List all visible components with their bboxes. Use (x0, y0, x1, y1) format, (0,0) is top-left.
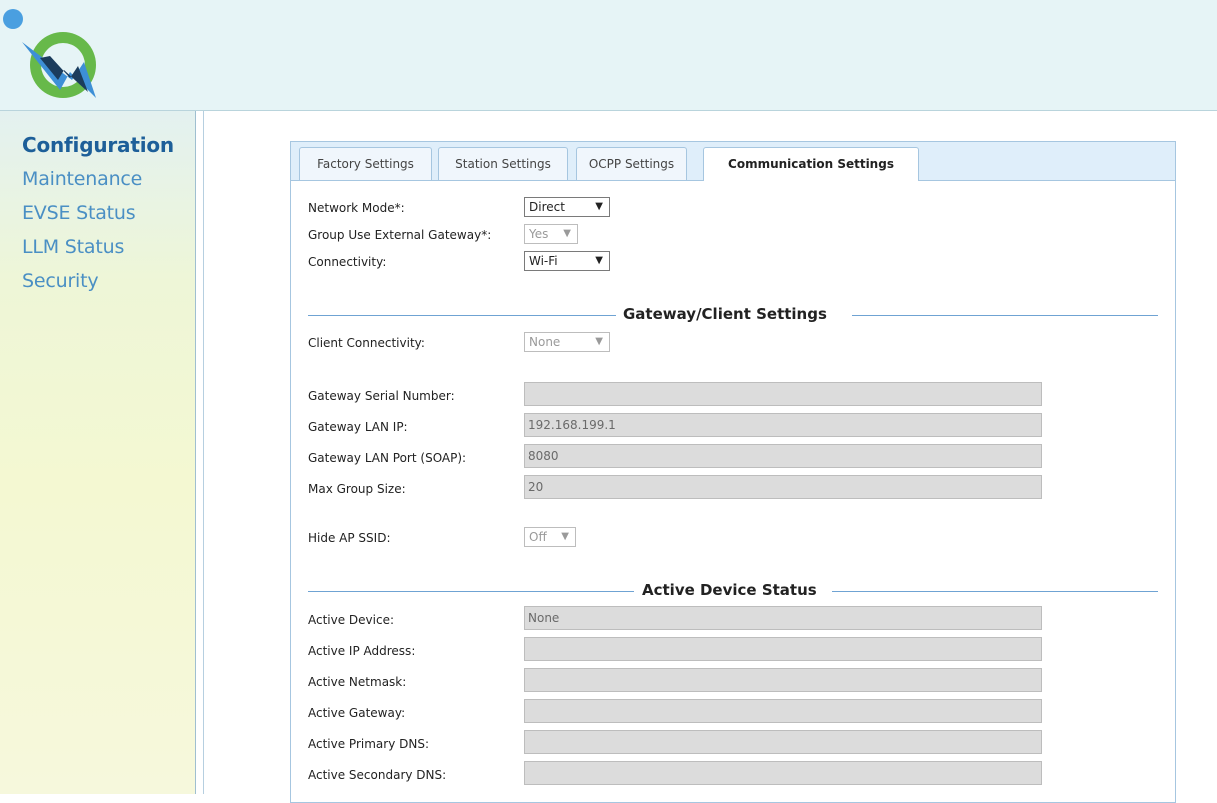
nav-item-llm-status[interactable]: LLM Status (22, 236, 124, 258)
gateway-lan-port-field[interactable]: 8080 (524, 444, 1042, 468)
group-external-gateway-select[interactable]: Yes ▼ (524, 224, 578, 244)
nav-item-security[interactable]: Security (22, 270, 99, 292)
nav-item-evse-status[interactable]: EVSE Status (22, 202, 136, 224)
active-primary-dns-label: Active Primary DNS: (308, 737, 429, 751)
tab-bar: Factory Settings Station Settings OCPP S… (291, 142, 1175, 181)
active-gateway-field[interactable] (524, 699, 1042, 723)
max-group-size-label: Max Group Size: (308, 482, 406, 496)
active-ip-label: Active IP Address: (308, 644, 416, 658)
active-primary-dns-field[interactable] (524, 730, 1042, 754)
network-mode-select[interactable]: Direct ▼ (524, 197, 610, 217)
active-ip-field[interactable] (524, 637, 1042, 661)
chevron-down-icon: ▼ (561, 531, 569, 542)
tab-ocpp-settings[interactable]: OCPP Settings (576, 147, 687, 180)
active-section-title: Active Device Status (642, 581, 817, 599)
nav-item-maintenance[interactable]: Maintenance (22, 168, 142, 190)
connectivity-value: Wi-Fi (529, 254, 558, 268)
active-secondary-dns-field[interactable] (524, 761, 1042, 785)
client-connectivity-value: None (529, 335, 561, 349)
sidebar-nav: Configuration Maintenance EVSE Status LL… (0, 111, 196, 794)
section-divider (832, 591, 1158, 592)
max-group-size-field[interactable]: 20 (524, 475, 1042, 499)
gateway-serial-label: Gateway Serial Number: (308, 389, 455, 403)
group-external-gateway-label: Group Use External Gateway*: (308, 228, 492, 242)
gateway-serial-field[interactable] (524, 382, 1042, 406)
active-netmask-field[interactable] (524, 668, 1042, 692)
gateway-lan-ip-field[interactable]: 192.168.199.1 (524, 413, 1042, 437)
gateway-lan-port-label: Gateway LAN Port (SOAP): (308, 451, 467, 465)
brand-logo-icon (3, 9, 96, 98)
app-header (0, 0, 1217, 111)
active-device-field[interactable]: None (524, 606, 1042, 630)
gateway-section-title: Gateway/Client Settings (623, 305, 827, 323)
hide-ap-ssid-value: Off (529, 530, 547, 544)
active-gateway-label: Active Gateway: (308, 706, 406, 720)
hide-ap-ssid-label: Hide AP SSID: (308, 531, 391, 545)
tab-communication-settings[interactable]: Communication Settings (703, 147, 919, 181)
connectivity-select[interactable]: Wi-Fi ▼ (524, 251, 610, 271)
chevron-down-icon: ▼ (595, 336, 603, 347)
chevron-down-icon: ▼ (595, 201, 603, 212)
active-secondary-dns-label: Active Secondary DNS: (308, 768, 447, 782)
tab-station-settings[interactable]: Station Settings (438, 147, 568, 180)
sidebar-divider (203, 111, 204, 794)
chevron-down-icon: ▼ (563, 228, 571, 239)
active-device-label: Active Device: (308, 613, 395, 627)
chevron-down-icon: ▼ (595, 255, 603, 266)
group-external-gateway-value: Yes (529, 227, 549, 241)
client-connectivity-label: Client Connectivity: (308, 336, 425, 350)
section-divider (852, 315, 1158, 316)
client-connectivity-select[interactable]: None ▼ (524, 332, 610, 352)
section-divider (308, 315, 616, 316)
tab-factory-settings[interactable]: Factory Settings (299, 147, 432, 180)
hide-ap-ssid-select[interactable]: Off ▼ (524, 527, 576, 547)
nav-item-configuration[interactable]: Configuration (22, 133, 174, 157)
connectivity-label: Connectivity: (308, 255, 387, 269)
settings-panel: Factory Settings Station Settings OCPP S… (290, 141, 1176, 803)
gateway-lan-ip-label: Gateway LAN IP: (308, 420, 408, 434)
network-mode-value: Direct (529, 200, 565, 214)
section-divider (308, 591, 634, 592)
active-netmask-label: Active Netmask: (308, 675, 407, 689)
network-mode-label: Network Mode*: (308, 201, 405, 215)
